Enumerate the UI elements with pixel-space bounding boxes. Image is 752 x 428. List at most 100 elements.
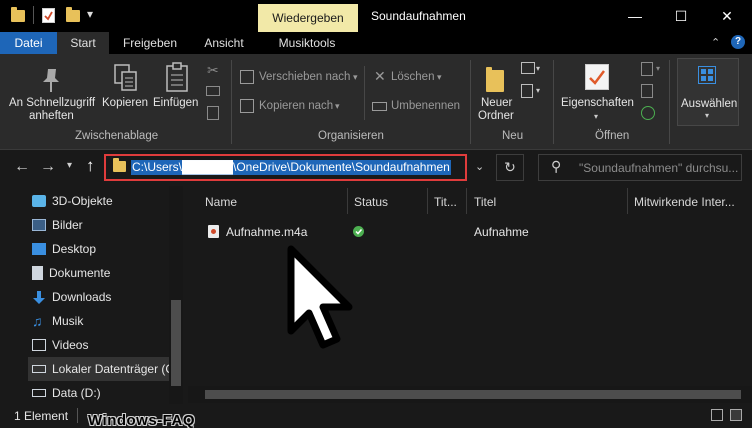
watermark: Windows-FAQ xyxy=(88,412,196,428)
move-to-dropdown-icon[interactable]: ▾ xyxy=(353,72,358,83)
pin-button-label-2[interactable]: anheften xyxy=(29,110,74,122)
nav-item-label: Downloads xyxy=(52,290,112,304)
tab-datei[interactable]: Datei xyxy=(0,32,57,54)
easy-access-icon[interactable] xyxy=(521,84,533,98)
paste-icon xyxy=(164,62,190,97)
window-title: Soundaufnahmen xyxy=(371,9,466,23)
ribbon-divider xyxy=(231,60,232,144)
open-dropdown-icon[interactable]: ▾ xyxy=(656,64,660,73)
select-icon xyxy=(698,66,716,84)
large-icons-view-icon[interactable] xyxy=(730,409,742,421)
copy-to-dropdown-icon[interactable]: ▾ xyxy=(335,101,340,112)
minimize-button[interactable]: — xyxy=(612,0,658,32)
new-folder-label-2[interactable]: Ordner xyxy=(478,110,514,122)
pictures-icon xyxy=(32,219,46,231)
close-button[interactable]: ✕ xyxy=(704,0,750,32)
copy-to-button[interactable]: Kopieren nach xyxy=(259,100,333,112)
divider xyxy=(364,66,365,120)
folder-icon[interactable] xyxy=(11,7,25,22)
column-header-titel[interactable]: Titel xyxy=(474,195,496,209)
nav-item-desktop[interactable]: Desktop xyxy=(32,237,169,261)
column-header-tit[interactable]: Tit... xyxy=(434,195,457,209)
navigation-scrollbar-thumb[interactable] xyxy=(171,300,181,386)
nav-item-local-disk-c[interactable]: Lokaler Datenträger (C xyxy=(28,357,169,381)
context-tab-header: Wiedergeben xyxy=(258,4,358,32)
nav-item-label: Desktop xyxy=(52,242,97,256)
column-divider[interactable] xyxy=(466,188,467,214)
column-header-mitwirkende[interactable]: Mitwirkende Inter... xyxy=(634,195,735,209)
file-title: Aufnahme xyxy=(474,225,529,239)
tab-musiktools[interactable]: Musiktools xyxy=(262,32,352,54)
copy-button[interactable]: Kopieren xyxy=(102,97,148,109)
nav-item-videos[interactable]: Videos xyxy=(32,333,169,357)
file-name[interactable]: Aufnahme.m4a xyxy=(226,225,307,239)
recent-locations-chevron-down-icon[interactable]: ▾ xyxy=(67,160,72,171)
nav-item-label: 3D-Objekte xyxy=(52,194,113,208)
new-item-icon[interactable] xyxy=(521,62,535,74)
edit-icon[interactable] xyxy=(641,84,653,98)
divider xyxy=(33,6,34,24)
pin-button-label-1[interactable]: An Schnellzugriff xyxy=(9,97,95,109)
nav-item-label: Musik xyxy=(52,314,84,328)
properties-button[interactable]: Eigenschaften xyxy=(561,97,634,109)
copy-icon xyxy=(112,63,140,96)
properties-dropdown-icon[interactable]: ▾ xyxy=(594,112,598,121)
address-path[interactable]: C:\Users\██████\OneDrive\Dokumente\Sound… xyxy=(131,160,451,175)
column-divider[interactable] xyxy=(427,188,428,214)
properties-quick-icon[interactable] xyxy=(42,8,55,23)
address-history-chevron-down-icon[interactable]: ⌄ xyxy=(475,160,484,173)
forward-arrow-icon[interactable]: → xyxy=(40,158,56,176)
collapse-ribbon-icon[interactable]: ⌃ xyxy=(711,36,720,49)
move-to-icon xyxy=(240,70,254,84)
easy-access-dropdown-icon[interactable]: ▾ xyxy=(536,86,540,95)
delete-dropdown-icon[interactable]: ▾ xyxy=(437,72,442,83)
paste-button[interactable]: Einfügen xyxy=(153,97,198,109)
nav-item-downloads[interactable]: Downloads xyxy=(32,285,169,309)
documents-icon xyxy=(32,266,43,280)
nav-item-3d-objekte[interactable]: 3D-Objekte xyxy=(32,189,169,213)
details-view-icon[interactable] xyxy=(711,409,723,421)
nav-item-bilder[interactable]: Bilder xyxy=(32,213,169,237)
nav-item-label: Data (D:) xyxy=(52,386,101,400)
drive-icon xyxy=(32,389,46,397)
select-button[interactable]: Auswählen xyxy=(681,98,737,110)
tab-freigeben[interactable]: Freigeben xyxy=(112,32,188,54)
nav-item-dokumente[interactable]: Dokumente xyxy=(32,261,169,285)
column-header-name[interactable]: Name xyxy=(205,195,237,209)
refresh-icon[interactable]: ↻ xyxy=(496,154,524,181)
column-divider[interactable] xyxy=(627,188,628,214)
desktop-icon xyxy=(32,243,46,255)
move-to-button[interactable]: Verschieben nach xyxy=(259,71,350,83)
column-header-status[interactable]: Status xyxy=(354,195,388,209)
back-arrow-icon[interactable]: ← xyxy=(14,158,30,176)
copy-path-icon[interactable] xyxy=(206,86,220,96)
history-icon[interactable] xyxy=(641,106,655,120)
column-divider[interactable] xyxy=(347,188,348,214)
tab-start[interactable]: Start xyxy=(57,32,109,54)
tab-ansicht[interactable]: Ansicht xyxy=(193,32,255,54)
nav-item-data-d[interactable]: Data (D:) xyxy=(32,381,169,405)
nav-item-musik[interactable]: ♫ Musik xyxy=(32,309,169,333)
delete-button[interactable]: Löschen xyxy=(391,71,434,83)
copy-to-icon xyxy=(240,99,254,113)
open-icon[interactable] xyxy=(641,62,653,76)
new-item-dropdown-icon[interactable]: ▾ xyxy=(536,64,540,73)
group-label-new: Neu xyxy=(502,130,524,142)
help-icon[interactable]: ? xyxy=(731,35,745,49)
new-folder-quick-icon[interactable] xyxy=(66,7,80,22)
videos-icon xyxy=(32,339,46,351)
file-list xyxy=(188,186,752,404)
nav-item-label: Lokaler Datenträger (C xyxy=(52,362,169,376)
up-arrow-icon[interactable]: ↑ xyxy=(86,156,95,176)
select-dropdown-icon[interactable]: ▾ xyxy=(705,111,709,120)
cut-icon[interactable]: ✂ xyxy=(207,62,219,79)
properties-icon xyxy=(585,64,609,90)
paste-shortcut-icon[interactable] xyxy=(207,106,219,120)
rename-button[interactable]: Umbenennen xyxy=(391,100,460,112)
customize-quick-access-icon[interactable]: ▾ xyxy=(87,7,93,21)
ribbon-divider xyxy=(470,60,471,144)
new-folder-label-1[interactable]: Neuer xyxy=(481,97,512,109)
horizontal-scrollbar-thumb[interactable] xyxy=(205,390,741,399)
group-label-open: Öffnen xyxy=(595,130,630,142)
maximize-button[interactable]: ☐ xyxy=(658,0,704,32)
